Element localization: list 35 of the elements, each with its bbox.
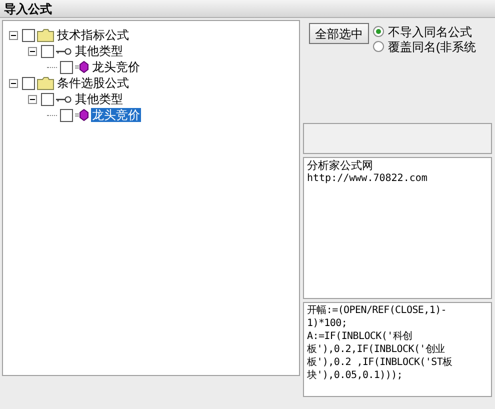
option-label: 不导入同名公式 xyxy=(388,26,472,38)
formula-line: 块'),0.05,0.1))); xyxy=(307,369,404,382)
formula-line: 1)*100; xyxy=(307,317,348,330)
checkbox[interactable] xyxy=(22,76,35,90)
tree-item[interactable]: 条件选股公式 xyxy=(56,76,130,90)
formula-line: 板'),0.2,IF(INBLOCK('创业 xyxy=(307,343,446,356)
folder-icon xyxy=(37,28,54,42)
checkbox[interactable] xyxy=(41,92,54,106)
formula-line: 开幅:=(OPEN/REF(CLOSE,1)- xyxy=(307,304,448,317)
checkbox[interactable] xyxy=(60,60,73,74)
collapse-toggle[interactable] xyxy=(28,94,37,104)
select-all-button[interactable]: 全部选中 xyxy=(309,23,369,44)
tree-item[interactable]: 龙头竞价 xyxy=(91,108,141,122)
gem-icon xyxy=(75,61,89,73)
radio-button[interactable] xyxy=(373,26,384,37)
window-title: 导入公式 xyxy=(4,2,52,14)
formula-line: 板'),0.2 ,IF(INBLOCK('ST板 xyxy=(307,356,454,369)
key-icon xyxy=(56,96,72,102)
option-label: 覆盖同名(非系统 xyxy=(388,40,476,52)
description-title: 分析家公式网 xyxy=(307,160,374,173)
folder-icon xyxy=(37,76,54,90)
checkbox[interactable] xyxy=(22,28,35,42)
checkbox[interactable] xyxy=(60,108,73,122)
collapse-toggle[interactable] xyxy=(28,46,37,56)
collapse-toggle[interactable] xyxy=(9,78,18,88)
collapse-toggle[interactable] xyxy=(9,30,18,40)
radio-button[interactable] xyxy=(373,41,384,52)
gem-icon xyxy=(75,109,89,121)
tree-item[interactable]: 龙头竞价 xyxy=(91,60,141,74)
tree-item[interactable]: 其他类型 xyxy=(74,44,124,58)
tree-item[interactable]: 技术指标公式 xyxy=(56,28,130,42)
checkbox[interactable] xyxy=(41,44,54,58)
key-icon xyxy=(56,48,72,54)
tree-item[interactable]: 其他类型 xyxy=(74,92,124,106)
formula-line: A:=IF(INBLOCK('科创 xyxy=(307,330,414,343)
